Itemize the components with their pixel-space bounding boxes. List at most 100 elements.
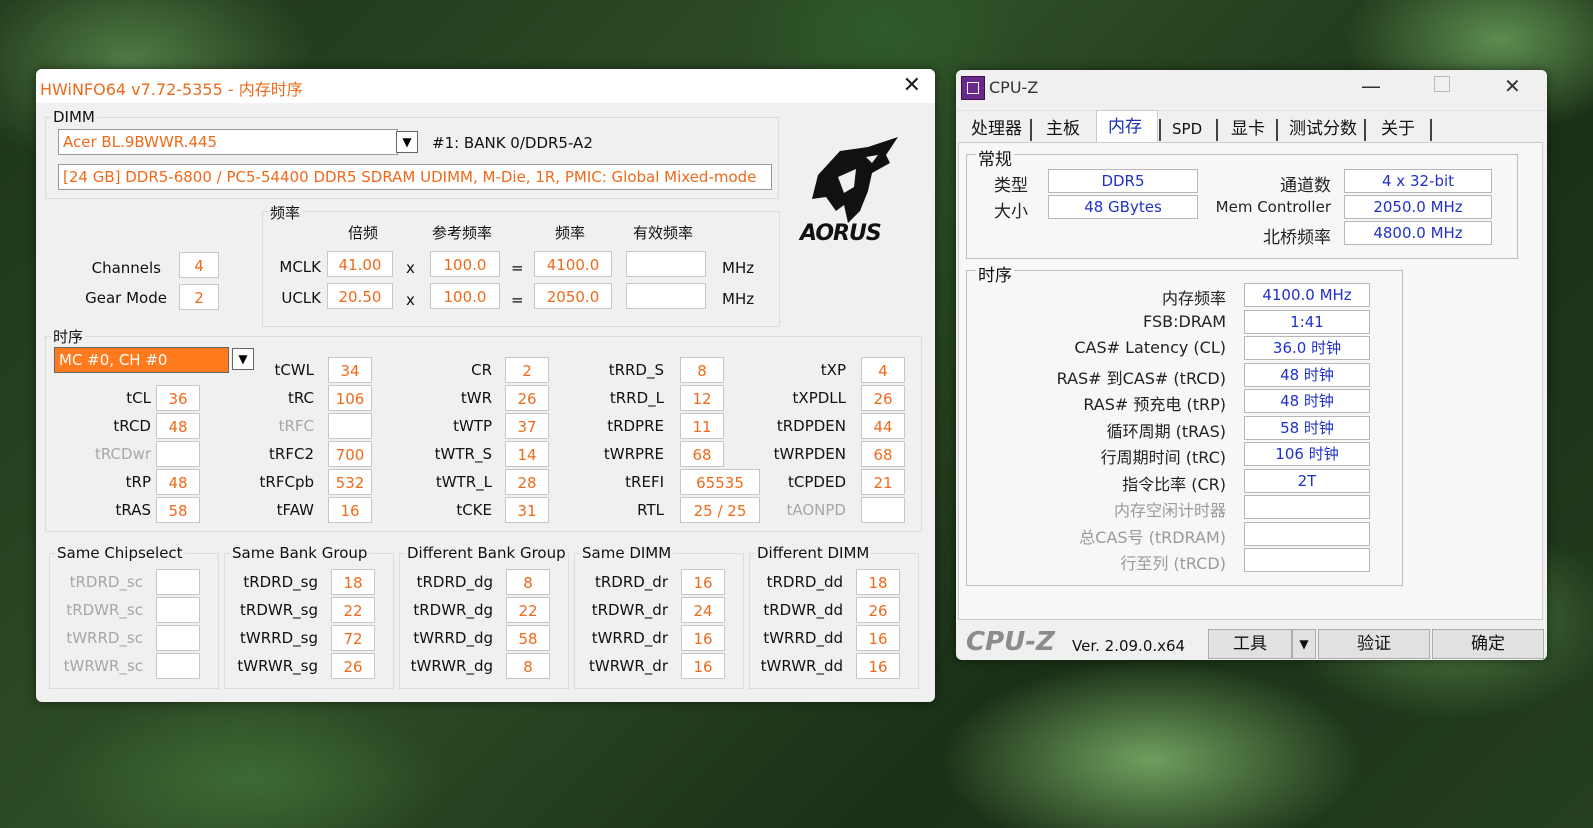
tab-separator bbox=[1159, 119, 1161, 141]
uclk-label: UCLK bbox=[281, 289, 321, 307]
timing-label-trdrd_dd: tRDRD_dd bbox=[766, 573, 843, 591]
chevron-down-icon[interactable]: ▼ bbox=[1292, 629, 1316, 659]
timing-value-twrwr_dd: 16 bbox=[856, 653, 900, 679]
timing-value-trdwr_dr: 24 bbox=[681, 597, 725, 623]
timing-value-tfaw: 16 bbox=[328, 497, 372, 523]
timing-value-twrpden: 68 bbox=[861, 441, 905, 467]
timing-label-trdrd_dg: tRDRD_dg bbox=[416, 573, 493, 591]
uclk-x: x bbox=[406, 291, 415, 309]
tab-spd[interactable]: SPD bbox=[1172, 114, 1202, 144]
cpuz-timing-label: RAS# 到CAS# (tRCD) bbox=[1056, 368, 1226, 388]
timing-value-tcl: 36 bbox=[156, 385, 200, 411]
cpuz-timing-label: 行周期时间 (tRC) bbox=[1100, 448, 1226, 467]
timing-value-cr: 2 bbox=[505, 357, 549, 383]
cpuz-timing-value: 36.0 时钟 bbox=[1244, 336, 1370, 360]
timing-value-trdwr_sc bbox=[156, 597, 200, 623]
hwinfo-titlebar[interactable]: HWiNFO64 v7.72-5355 - 内存时序 ✕ bbox=[36, 69, 935, 103]
timing-value-txp: 4 bbox=[861, 357, 905, 383]
tab-bench[interactable]: 测试分数 bbox=[1289, 114, 1357, 144]
timing-label-twrpden: tWRPDEN bbox=[773, 445, 846, 463]
cpuz-app-icon bbox=[961, 76, 985, 100]
timing-value-tras: 58 bbox=[156, 497, 200, 523]
timing-value-trdrd_dd: 18 bbox=[856, 569, 900, 595]
mc-select[interactable]: MC #0, CH #0 bbox=[54, 347, 229, 373]
tab-mainboard[interactable]: 主板 bbox=[1046, 114, 1080, 144]
size-value: 48 GBytes bbox=[1048, 195, 1198, 219]
cpuz-timing-value bbox=[1244, 521, 1370, 546]
cpuz-timing-value bbox=[1244, 495, 1370, 519]
timing-value-twrwr_dr: 16 bbox=[681, 653, 725, 679]
gear-mode-label: Gear Mode bbox=[85, 289, 167, 307]
dimm-description-text: [24 GB] DDR5-6800 / PC5-54400 DDR5 SDRAM… bbox=[63, 168, 757, 186]
chevron-down-icon[interactable]: ▼ bbox=[396, 131, 418, 153]
mc-select-value: MC #0, CH #0 bbox=[59, 351, 168, 369]
cpuz-timing-label: 循环周期 (tRAS) bbox=[1106, 421, 1226, 441]
timing-value-trdrd_dr: 16 bbox=[681, 569, 725, 595]
timing-label-twrrd_sc: tWRRD_sc bbox=[66, 629, 143, 647]
timing-title: 时序 bbox=[51, 326, 86, 347]
timing-value-tcke: 31 bbox=[505, 497, 549, 523]
timing-value-twr: 26 bbox=[505, 385, 549, 411]
uclk-unit: MHz bbox=[722, 290, 755, 308]
uclk-mult: 20.50 bbox=[327, 283, 393, 309]
type-value: DDR5 bbox=[1048, 169, 1198, 193]
freq-header-mult: 倍频 bbox=[348, 224, 379, 242]
uclk-ref: 100.0 bbox=[430, 283, 500, 309]
aorus-logo: AORUS bbox=[798, 133, 908, 248]
timing-label-trdwr_dr: tRDWR_dr bbox=[591, 601, 668, 619]
cpuz-version: Ver. 2.09.0.x64 bbox=[1072, 637, 1186, 655]
timing-value-trfc bbox=[328, 413, 372, 439]
tab-memory[interactable]: 内存 bbox=[1108, 112, 1142, 142]
close-icon[interactable]: ✕ bbox=[903, 73, 921, 98]
group-title: Same Bank Group bbox=[230, 544, 370, 562]
mclk-ref: 100.0 bbox=[430, 251, 500, 277]
timing-label-tfaw: tFAW bbox=[276, 501, 314, 519]
timing-value-trcd: 48 bbox=[156, 413, 200, 439]
tab-separator bbox=[1364, 119, 1366, 141]
timing-value-twtr_s: 14 bbox=[505, 441, 549, 467]
tools-button[interactable]: 工具 bbox=[1208, 629, 1292, 659]
timing-value-trrd_l: 12 bbox=[680, 385, 724, 411]
cpuz-window: CPU-Z — ✕ 处理器 主板 内存 SPD 显卡 测试分数 关于 常规 类型… bbox=[956, 70, 1547, 660]
cpuz-titlebar[interactable]: CPU-Z — ✕ bbox=[956, 70, 1547, 106]
cpuz-timing-value: 2T bbox=[1244, 468, 1370, 493]
tools-button-label: 工具 bbox=[1233, 634, 1267, 654]
timing-label-trdwr_sc: tRDWR_sc bbox=[66, 601, 143, 619]
mclk-eq: = bbox=[511, 259, 524, 277]
cpuz-timing-value: 1:41 bbox=[1244, 309, 1370, 334]
timing-value-trc: 106 bbox=[328, 385, 372, 411]
timing-label-trdrd_sc: tRDRD_sc bbox=[69, 573, 143, 591]
minimize-icon[interactable]: — bbox=[1361, 74, 1381, 98]
validate-button[interactable]: 验证 bbox=[1318, 629, 1430, 659]
timing-value-twrwr_sc bbox=[156, 653, 200, 679]
timing-value-trdwr_dg: 22 bbox=[506, 597, 550, 623]
cpuz-timing-value: 48 时钟 bbox=[1244, 362, 1370, 387]
tab-separator bbox=[1276, 119, 1278, 141]
timing-value-trdwr_sg: 22 bbox=[331, 597, 375, 623]
hwinfo-window: HWiNFO64 v7.72-5355 - 内存时序 ✕ DIMM Acer B… bbox=[36, 69, 935, 702]
timing-value-twrwr_dg: 8 bbox=[506, 653, 550, 679]
timing-label-twtr_l: tWTR_L bbox=[435, 473, 492, 491]
timing-value-tcpded: 21 bbox=[861, 469, 905, 495]
timing-label-twrrd_dg: tWRRD_dg bbox=[413, 629, 493, 647]
tab-processor[interactable]: 处理器 bbox=[971, 114, 1022, 144]
tab-graphics[interactable]: 显卡 bbox=[1231, 114, 1265, 144]
timing-label-trfcpb: tRFCpb bbox=[259, 473, 314, 491]
cpuz-timing-value: 48 时钟 bbox=[1244, 389, 1370, 413]
timing-value-twrpre: 68 bbox=[680, 441, 724, 467]
timing-value-trdrd_dg: 8 bbox=[506, 569, 550, 595]
dimm-select[interactable]: Acer BL.9BWWR.445 bbox=[58, 129, 398, 155]
timing-value-twtr_l: 28 bbox=[505, 469, 549, 495]
mclk-unit: MHz bbox=[722, 259, 755, 277]
maximize-icon[interactable] bbox=[1434, 76, 1450, 92]
timing-label-trefi: tREFI bbox=[625, 473, 664, 491]
ok-button[interactable]: 确定 bbox=[1432, 629, 1544, 659]
timing-label-twrwr_dd: tWRWR_dd bbox=[760, 657, 843, 675]
timing-label-twtp: tWTP bbox=[453, 417, 492, 435]
close-icon[interactable]: ✕ bbox=[1504, 74, 1521, 98]
tab-about[interactable]: 关于 bbox=[1381, 114, 1415, 144]
timing-value-twrrd_dr: 16 bbox=[681, 625, 725, 651]
group-title: Same DIMM bbox=[580, 544, 674, 562]
type-label: 类型 bbox=[994, 176, 1028, 196]
timing-value-trdrd_sc bbox=[156, 569, 200, 595]
